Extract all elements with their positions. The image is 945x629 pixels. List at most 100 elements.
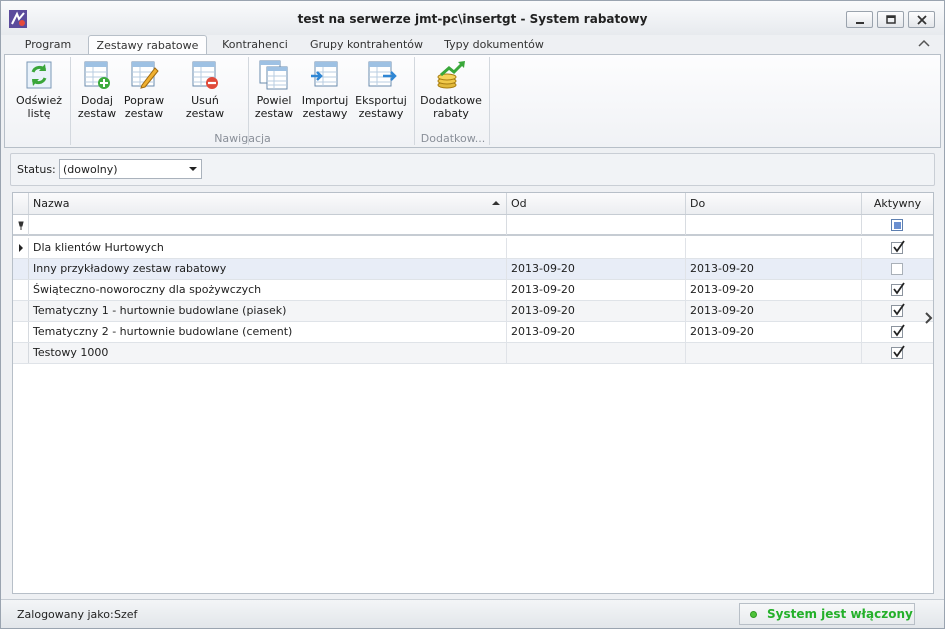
cell-to[interactable] <box>686 238 862 258</box>
filter-checkbox-indeterminate[interactable] <box>891 219 903 231</box>
active-checkbox[interactable] <box>891 303 905 317</box>
system-status-text: System jest włączony <box>767 607 913 621</box>
filter-cell-name[interactable] <box>29 215 507 235</box>
cell-from[interactable]: 2013-09-20 <box>507 259 686 279</box>
chevron-right-icon[interactable] <box>923 312 935 324</box>
chevron-down-icon <box>189 167 197 171</box>
logged-in-user: Szef <box>114 608 138 621</box>
checkmark-icon <box>893 345 905 358</box>
ribbon-separator <box>70 57 71 145</box>
app-window: test na serwerze jmt-pc\insertgt - Syste… <box>0 0 945 629</box>
cell-active[interactable] <box>862 280 933 300</box>
status-bar: Zalogowany jako: Szef System jest włączo… <box>1 599 944 628</box>
table-delete-icon <box>192 61 218 89</box>
ribbon-separator <box>489 57 490 145</box>
close-icon <box>917 15 927 25</box>
system-status-indicator[interactable]: System jest włączony <box>739 603 915 625</box>
cell-from[interactable] <box>507 343 686 363</box>
cell-from[interactable] <box>507 238 686 258</box>
auto-filter-row <box>13 215 933 236</box>
group-label-extra: Dodatkow... <box>420 132 486 145</box>
duplicate-set-button[interactable]: Powiel zestaw <box>253 59 295 120</box>
row-indicator <box>13 322 29 342</box>
status-label: Status: <box>17 163 56 176</box>
group-label-navigation: Nawigacja <box>214 132 271 145</box>
logged-in-label: Zalogowany jako: <box>17 608 114 621</box>
tab-zestawy-rabatowe[interactable]: Zestawy rabatowe <box>88 35 207 56</box>
active-checkbox[interactable] <box>891 345 905 359</box>
cell-active[interactable] <box>862 259 933 279</box>
status-dropdown-value: (dowolny) <box>63 163 118 176</box>
refresh-icon <box>26 61 52 89</box>
extra-discounts-button[interactable]: Dodatkowe rabaty <box>419 59 483 120</box>
active-checkbox[interactable] <box>891 240 905 254</box>
table-row[interactable]: Tematyczny 1 - hurtownie budowlane (pias… <box>13 301 933 322</box>
cell-to[interactable]: 2013-09-20 <box>686 322 862 342</box>
cell-name[interactable]: Testowy 1000 <box>29 343 507 363</box>
column-header-active[interactable]: Aktywny <box>862 193 933 214</box>
coins-chart-icon <box>437 61 465 89</box>
filter-cell-active[interactable] <box>862 215 933 235</box>
cell-active[interactable] <box>862 238 933 258</box>
table-row[interactable]: Testowy 1000 <box>13 343 933 364</box>
minimize-icon <box>856 22 864 24</box>
cell-to[interactable] <box>686 343 862 363</box>
table-row[interactable]: Dla klientów Hurtowych <box>13 238 933 259</box>
active-checkbox[interactable] <box>891 263 903 275</box>
ribbon-panel: Odświeżlistę Dodajzestaw Poprawzestaw <box>4 54 941 148</box>
grid-header: Nazwa Od Do Aktywny <box>13 193 933 215</box>
status-dropdown[interactable]: (dowolny) <box>59 159 202 179</box>
column-header-name[interactable]: Nazwa <box>29 193 507 214</box>
cell-to[interactable]: 2013-09-20 <box>686 280 862 300</box>
add-set-button[interactable]: Dodaj zestaw <box>75 59 119 120</box>
filter-cell-to[interactable] <box>686 215 862 235</box>
column-header-from[interactable]: Od <box>507 193 686 214</box>
import-sets-button[interactable]: Importuj zestawy <box>299 59 351 120</box>
tab-grupy-kontrahentow[interactable]: Grupy kontrahentów <box>308 35 425 55</box>
active-checkbox[interactable] <box>891 282 905 296</box>
delete-set-button[interactable]: Usuń zestaw <box>171 59 239 120</box>
cell-name[interactable]: Inny przykładowy zestaw rabatowy <box>29 259 507 279</box>
refresh-list-button[interactable]: Odśwież listę <box>13 59 65 120</box>
cell-from[interactable]: 2013-09-20 <box>507 280 686 300</box>
table-edit-icon <box>131 61 159 89</box>
table-row[interactable]: Inny przykładowy zestaw rabatowy 2013-09… <box>13 259 933 280</box>
checkmark-icon <box>893 303 905 316</box>
close-button[interactable] <box>908 11 935 28</box>
collapse-ribbon-icon[interactable] <box>918 39 930 49</box>
row-indicator <box>13 238 29 258</box>
cell-name[interactable]: Dla klientów Hurtowych <box>29 238 507 258</box>
table-row[interactable]: Tematyczny 2 - hurtownie budowlane (ceme… <box>13 322 933 343</box>
sort-ascending-icon <box>492 201 500 205</box>
cell-to[interactable]: 2013-09-20 <box>686 301 862 321</box>
minimize-button[interactable] <box>846 11 873 28</box>
current-row-arrow-icon <box>19 244 23 252</box>
checkmark-icon <box>893 324 905 337</box>
cell-active[interactable] <box>862 322 933 342</box>
maximize-button[interactable] <box>877 11 904 28</box>
tab-kontrahenci[interactable]: Kontrahenci <box>218 35 292 55</box>
active-checkbox[interactable] <box>891 324 905 338</box>
cell-name[interactable]: Świąteczno-noworoczny dla spożywczych <box>29 280 507 300</box>
cell-from[interactable]: 2013-09-20 <box>507 301 686 321</box>
table-copy-icon <box>259 60 288 90</box>
table-add-icon <box>84 61 110 89</box>
cell-active[interactable] <box>862 343 933 363</box>
table-row[interactable]: Świąteczno-noworoczny dla spożywczych 20… <box>13 280 933 301</box>
window-title: test na serwerze jmt-pc\insertgt - Syste… <box>297 12 648 26</box>
column-header-to[interactable]: Do <box>686 193 862 214</box>
edit-set-button[interactable]: Popraw zestaw <box>122 59 166 120</box>
export-sets-button[interactable]: Eksportuj zestawy <box>355 59 407 120</box>
cell-to[interactable]: 2013-09-20 <box>686 259 862 279</box>
cell-name[interactable]: Tematyczny 2 - hurtownie budowlane (ceme… <box>29 322 507 342</box>
tab-typy-dokumentow[interactable]: Typy dokumentów <box>441 35 547 55</box>
tab-program[interactable]: Program <box>17 35 79 55</box>
cell-name[interactable]: Tematyczny 1 - hurtownie budowlane (pias… <box>29 301 507 321</box>
filter-cell-from[interactable] <box>507 215 686 235</box>
table-export-icon <box>368 61 397 87</box>
discount-sets-grid: Nazwa Od Do Aktywny Dla klientów Hurtowy… <box>12 192 934 594</box>
title-bar: test na serwerze jmt-pc\insertgt - Syste… <box>1 1 944 35</box>
row-indicator <box>13 301 29 321</box>
cell-from[interactable]: 2013-09-20 <box>507 322 686 342</box>
status-led-icon <box>750 611 757 618</box>
